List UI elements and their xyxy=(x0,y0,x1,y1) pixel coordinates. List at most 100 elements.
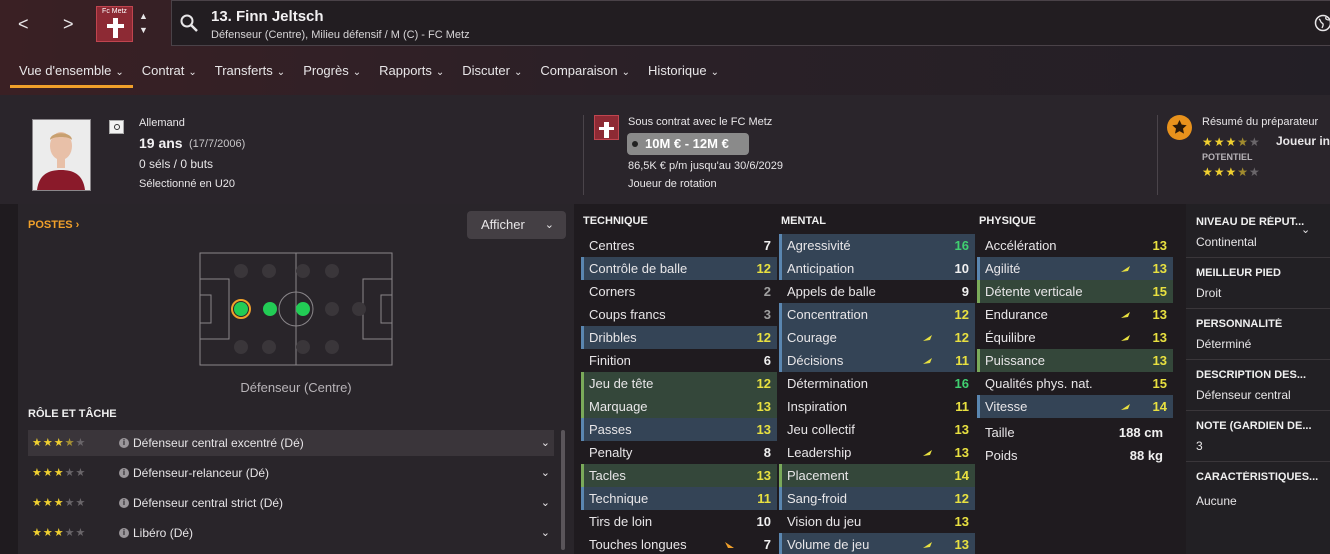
transfer-value-text: 10M € - 12M € xyxy=(645,136,729,151)
attribute-row[interactable]: Corners 2 xyxy=(581,280,777,303)
tab-contract[interactable]: Contrat ⌄ xyxy=(133,62,206,88)
positions-title[interactable]: POSTES › xyxy=(28,219,79,231)
description-label: DESCRIPTION DES... xyxy=(1196,369,1307,381)
position-dot-mc[interactable] xyxy=(296,302,310,316)
chevron-down-icon[interactable]: ⌄ xyxy=(541,460,550,486)
tab-discuss[interactable]: Discuter ⌄ xyxy=(453,62,531,88)
attribute-row[interactable]: Coups francs 3 xyxy=(581,303,777,326)
attribute-row[interactable]: Détermination 16 xyxy=(779,372,975,395)
role-row[interactable]: ★★★★★ i Libéro (Dé) ⌄ xyxy=(28,520,554,546)
chevron-down-icon[interactable]: ⌄ xyxy=(541,430,550,456)
attribute-row[interactable]: Volume de jeu 13 xyxy=(779,533,975,554)
attribute-value: 8 xyxy=(763,445,771,460)
attribute-row[interactable]: Centres 7 xyxy=(581,234,777,257)
tab-progress[interactable]: Progrès ⌄ xyxy=(294,62,370,88)
attribute-row[interactable]: Finition 6 xyxy=(581,349,777,372)
attribute-row[interactable]: Vitesse 14 xyxy=(977,395,1173,418)
info-icon[interactable]: i xyxy=(119,498,129,508)
show-button[interactable]: Afficher ⌄ xyxy=(467,211,566,239)
attribute-row[interactable]: Jeu collectif 13 xyxy=(779,418,975,441)
attribute-value: 2 xyxy=(763,284,771,299)
attribute-row[interactable]: Tacles 13 xyxy=(581,464,777,487)
show-button-label: Afficher xyxy=(481,217,525,232)
tab-overview[interactable]: Vue d'ensemble ⌄ xyxy=(10,62,133,88)
attribute-row[interactable]: Endurance 13 xyxy=(977,303,1173,326)
physique-column: PHYSIQUE Accélération 13 Agilité 13 Détente … xyxy=(977,209,1173,467)
globe-icon[interactable] xyxy=(1314,14,1330,32)
role-row[interactable]: ★★★★★ i Défenseur central strict (Dé) ⌄ xyxy=(28,490,554,516)
transfer-value[interactable]: 10M € - 12M € xyxy=(627,133,749,155)
roles-scrollbar[interactable] xyxy=(561,430,565,550)
attribute-row[interactable]: Anticipation 10 xyxy=(779,257,975,280)
attribute-row[interactable]: Contrôle de balle 12 xyxy=(581,257,777,280)
switch-player-arrows-icon[interactable]: ▲ ▼ xyxy=(139,9,148,37)
personality-value: Déterminé xyxy=(1196,337,1252,351)
tab-transfers[interactable]: Transferts ⌄ xyxy=(206,62,294,88)
chevron-down-icon[interactable]: ⌄ xyxy=(541,490,550,516)
role-row[interactable]: ★★★★★ i Défenseur central excentré (Dé) … xyxy=(28,430,554,456)
attribute-row[interactable]: Dribbles 12 xyxy=(581,326,777,349)
attribute-name: Inspiration xyxy=(787,399,847,414)
attribute-row[interactable]: Marquage 13 xyxy=(581,395,777,418)
position-dot-dc[interactable] xyxy=(234,302,248,316)
attribute-name: Puissance xyxy=(985,353,1045,368)
attribute-row[interactable]: Agressivité 16 xyxy=(779,234,975,257)
info-icon[interactable]: i xyxy=(119,438,129,448)
attribute-value: 13 xyxy=(1152,330,1167,345)
attribute-value: 13 xyxy=(1152,238,1167,253)
search-icon[interactable] xyxy=(180,14,198,32)
height-row: Taille 188 cm xyxy=(977,421,1173,444)
tab-label: Rapports xyxy=(379,63,432,78)
attribute-row[interactable]: Qualités phys. nat. 15 xyxy=(977,372,1173,395)
attribute-row[interactable]: Penalty 8 xyxy=(581,441,777,464)
attribute-row[interactable]: Leadership 13 xyxy=(779,441,975,464)
weight-value: 88 kg xyxy=(1129,448,1163,463)
star-icon xyxy=(1167,115,1192,140)
attribute-row[interactable]: Sang-froid 12 xyxy=(779,487,975,510)
attribute-value: 12 xyxy=(954,307,969,322)
attribute-row[interactable]: Tirs de loin 10 xyxy=(581,510,777,533)
attribute-row[interactable]: Technique 11 xyxy=(581,487,777,510)
attribute-row[interactable]: Jeu de tête 12 xyxy=(581,372,777,395)
chevron-down-icon[interactable]: ⌄ xyxy=(1301,223,1310,236)
trend-up-icon xyxy=(1121,404,1130,410)
attribute-row[interactable]: Équilibre 13 xyxy=(977,326,1173,349)
attribute-name: Concentration xyxy=(787,307,868,322)
tab-reports[interactable]: Rapports ⌄ xyxy=(370,62,453,88)
attribute-row[interactable]: Placement 14 xyxy=(779,464,975,487)
role-name: Défenseur central strict (Dé) xyxy=(133,496,284,510)
attribute-row[interactable]: Appels de balle 9 xyxy=(779,280,975,303)
contract-club: Sous contrat avec le FC Metz xyxy=(628,116,773,128)
forward-arrow-icon[interactable]: > xyxy=(63,14,74,35)
club-crest-icon[interactable]: Fc Metz xyxy=(96,6,133,42)
tab-history[interactable]: Historique ⌄ xyxy=(639,62,728,88)
attribute-name: Tacles xyxy=(589,468,626,483)
role-name: Libéro (Dé) xyxy=(133,526,194,540)
info-icon[interactable]: i xyxy=(119,528,129,538)
attribute-row[interactable]: Inspiration 11 xyxy=(779,395,975,418)
attribute-name: Sang-froid xyxy=(787,491,847,506)
attribute-row[interactable]: Courage 12 xyxy=(779,326,975,349)
attribute-row[interactable]: Accélération 13 xyxy=(977,234,1173,257)
attribute-row[interactable]: Passes 13 xyxy=(581,418,777,441)
attribute-row[interactable]: Agilité 13 xyxy=(977,257,1173,280)
back-arrow-icon[interactable]: < xyxy=(18,14,29,35)
mental-title: MENTAL xyxy=(781,215,827,227)
attribute-name: Vision du jeu xyxy=(787,514,862,529)
tab-comparison[interactable]: Comparaison ⌄ xyxy=(531,62,639,88)
role-stars: ★★★★★ xyxy=(32,467,87,479)
attribute-row[interactable]: Puissance 13 xyxy=(977,349,1173,372)
chevron-down-icon[interactable]: ⌄ xyxy=(541,520,550,546)
attribute-name: Qualités phys. nat. xyxy=(985,376,1093,391)
attribute-row[interactable]: Concentration 12 xyxy=(779,303,975,326)
attribute-value: 12 xyxy=(756,330,771,345)
info-icon[interactable]: i xyxy=(119,468,129,478)
role-row[interactable]: ★★★★★ i Défenseur-relanceur (Dé) ⌄ xyxy=(28,460,554,486)
position-dot-dm[interactable] xyxy=(263,302,277,316)
attribute-name: Centres xyxy=(589,238,635,253)
divider xyxy=(1186,257,1330,258)
attribute-row[interactable]: Décisions 11 xyxy=(779,349,975,372)
attribute-row[interactable]: Détente verticale 15 xyxy=(977,280,1173,303)
attribute-row[interactable]: Vision du jeu 13 xyxy=(779,510,975,533)
attribute-row[interactable]: Touches longues 7 xyxy=(581,533,777,554)
